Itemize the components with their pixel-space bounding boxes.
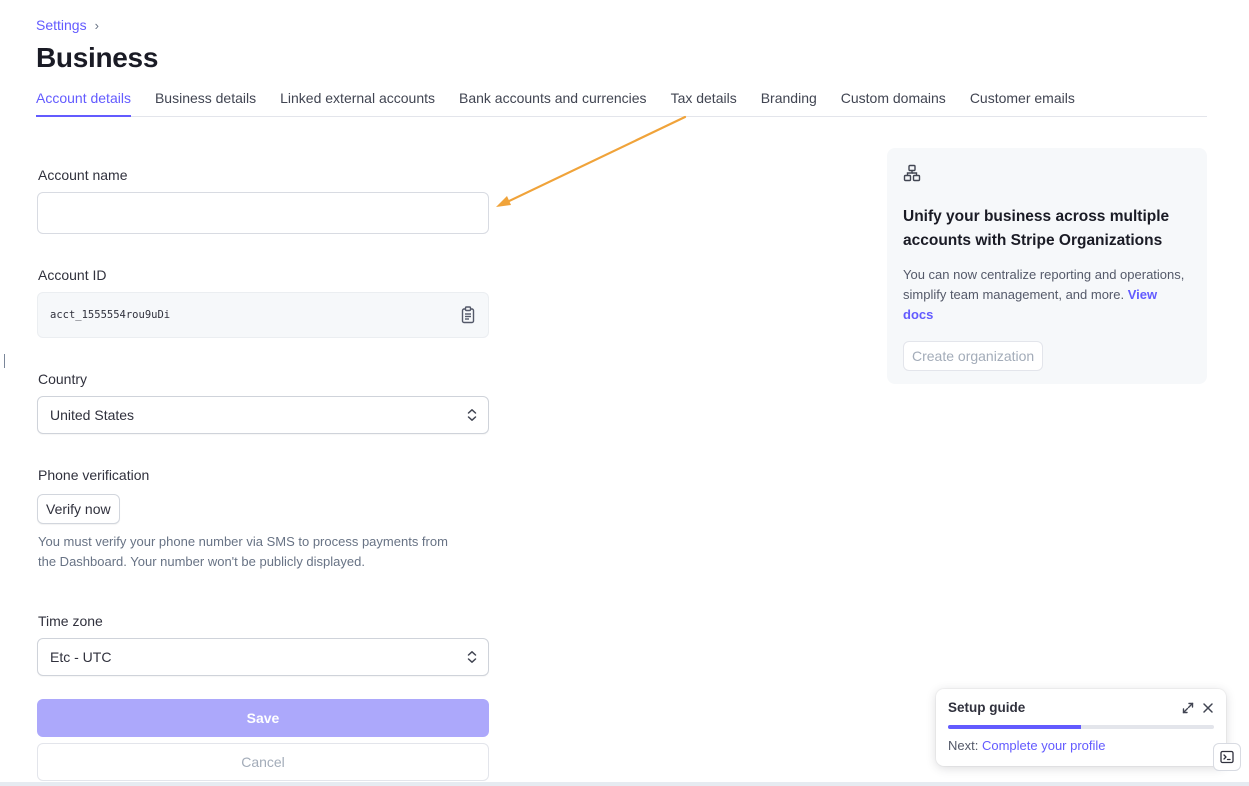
setup-progress-bar xyxy=(948,725,1214,729)
organizations-card-text: You can now centralize reporting and ope… xyxy=(903,265,1191,325)
setup-progress-fill xyxy=(948,725,1081,729)
terminal-icon xyxy=(1220,750,1234,764)
account-id-label: Account ID xyxy=(38,267,107,283)
complete-profile-link[interactable]: Complete your profile xyxy=(982,738,1106,753)
tab-custom-domains[interactable]: Custom domains xyxy=(841,84,946,117)
settings-tabs: Account details Business details Linked … xyxy=(36,84,1207,117)
setup-next-step: Next: Complete your profile xyxy=(948,738,1214,753)
breadcrumb-settings-link[interactable]: Settings xyxy=(36,17,87,33)
country-label: Country xyxy=(38,371,88,387)
tab-linked-external-accounts[interactable]: Linked external accounts xyxy=(280,84,435,117)
tab-customer-emails[interactable]: Customer emails xyxy=(970,84,1075,117)
setup-guide-title: Setup guide xyxy=(948,700,1026,715)
terminal-button[interactable] xyxy=(1213,743,1241,771)
setup-next-prefix: Next: xyxy=(948,738,979,753)
setup-guide-widget: Setup guide Next: Complete your profile xyxy=(936,689,1226,766)
page-title: Business xyxy=(36,42,159,73)
time-zone-select[interactable]: Etc - UTC xyxy=(37,638,489,676)
breadcrumb: Settings › xyxy=(36,17,99,33)
organization-icon xyxy=(903,164,921,182)
chevron-up-down-icon xyxy=(467,409,477,421)
country-select[interactable]: United States xyxy=(37,396,489,434)
bottom-divider xyxy=(0,782,1249,786)
chevron-up-down-icon xyxy=(467,651,477,663)
close-icon[interactable] xyxy=(1202,702,1214,714)
account-id-field: acct_1555554rou9uDi xyxy=(37,292,489,338)
account-name-label: Account name xyxy=(38,167,128,183)
expand-icon[interactable] xyxy=(1182,702,1194,714)
create-organization-button[interactable]: Create organization xyxy=(903,341,1044,371)
tab-tax-details[interactable]: Tax details xyxy=(671,84,737,117)
organizations-card: Unify your business across multiple acco… xyxy=(887,148,1207,384)
country-value: United States xyxy=(50,407,135,423)
scroll-marker xyxy=(4,354,5,368)
account-id-value: acct_1555554rou9uDi xyxy=(50,309,171,321)
organizations-card-title: Unify your business across multiple acco… xyxy=(903,208,1170,249)
chevron-right-icon: › xyxy=(94,17,99,33)
tab-bank-accounts-currencies[interactable]: Bank accounts and currencies xyxy=(459,84,647,117)
tab-account-details[interactable]: Account details xyxy=(36,84,131,117)
clipboard-icon[interactable] xyxy=(460,306,476,324)
phone-verification-label: Phone verification xyxy=(38,467,150,483)
phone-verification-help: You must verify your phone number via SM… xyxy=(38,534,448,569)
tab-business-details[interactable]: Business details xyxy=(155,84,256,117)
verify-now-button[interactable]: Verify now xyxy=(37,494,120,524)
account-name-input[interactable] xyxy=(37,192,489,234)
tab-branding[interactable]: Branding xyxy=(761,84,817,117)
cancel-button[interactable]: Cancel xyxy=(37,743,489,781)
time-zone-value: Etc - UTC xyxy=(50,649,112,665)
time-zone-label: Time zone xyxy=(38,613,103,629)
save-button[interactable]: Save xyxy=(37,699,489,737)
